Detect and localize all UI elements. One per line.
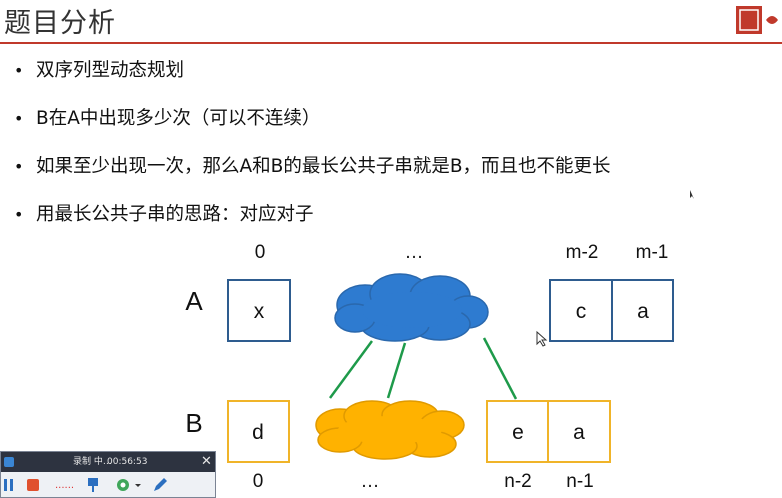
pointer-mark-icon bbox=[690, 190, 694, 199]
connector-line bbox=[386, 342, 407, 399]
b-cell-first-text: d bbox=[252, 421, 264, 444]
recorder-app-icon bbox=[4, 457, 14, 467]
screen-recorder-panel[interactable]: 录制 中… 00:56:53 ✕ ...... bbox=[0, 451, 216, 498]
a-index-first: 0 bbox=[255, 242, 266, 263]
row-b-label: B bbox=[185, 408, 202, 438]
a-index-second-last: m-2 bbox=[566, 242, 599, 263]
cloud-a bbox=[334, 273, 489, 342]
recorder-time: 00:56:53 bbox=[107, 457, 148, 467]
b-index-first: 0 bbox=[253, 471, 264, 492]
a-cell-first-text: x bbox=[254, 300, 265, 323]
a-index-middle: … bbox=[405, 242, 424, 263]
row-a-label: A bbox=[185, 286, 203, 316]
b-index-middle: … bbox=[361, 471, 380, 492]
b-cell-last-text: a bbox=[573, 421, 585, 444]
b-index-second-last: n-2 bbox=[504, 471, 531, 492]
close-icon[interactable]: ✕ bbox=[201, 452, 212, 472]
connector-line bbox=[482, 337, 518, 400]
webcam-icon[interactable] bbox=[115, 476, 143, 494]
sequence-diagram: 0 … m-2 m-1 A B 0 … n-2 n-1 x c a d e a bbox=[185, 190, 694, 492]
recording-dots: ...... bbox=[55, 480, 75, 491]
a-cell-second-last-text: c bbox=[576, 300, 587, 323]
a-cell-last-text: a bbox=[637, 300, 649, 323]
pen-icon[interactable] bbox=[151, 476, 169, 494]
stop-icon[interactable] bbox=[25, 476, 41, 494]
marker-icon[interactable] bbox=[85, 476, 103, 494]
b-cell-second-last-text: e bbox=[512, 421, 524, 444]
connector-line bbox=[328, 340, 374, 399]
recorder-titlebar: 录制 中… 00:56:53 ✕ bbox=[1, 452, 215, 472]
pause-icon[interactable] bbox=[3, 476, 15, 494]
b-index-last: n-1 bbox=[566, 471, 593, 492]
cloud-b bbox=[315, 400, 465, 460]
a-index-last: m-1 bbox=[636, 242, 669, 263]
mouse-cursor-icon bbox=[536, 330, 548, 347]
